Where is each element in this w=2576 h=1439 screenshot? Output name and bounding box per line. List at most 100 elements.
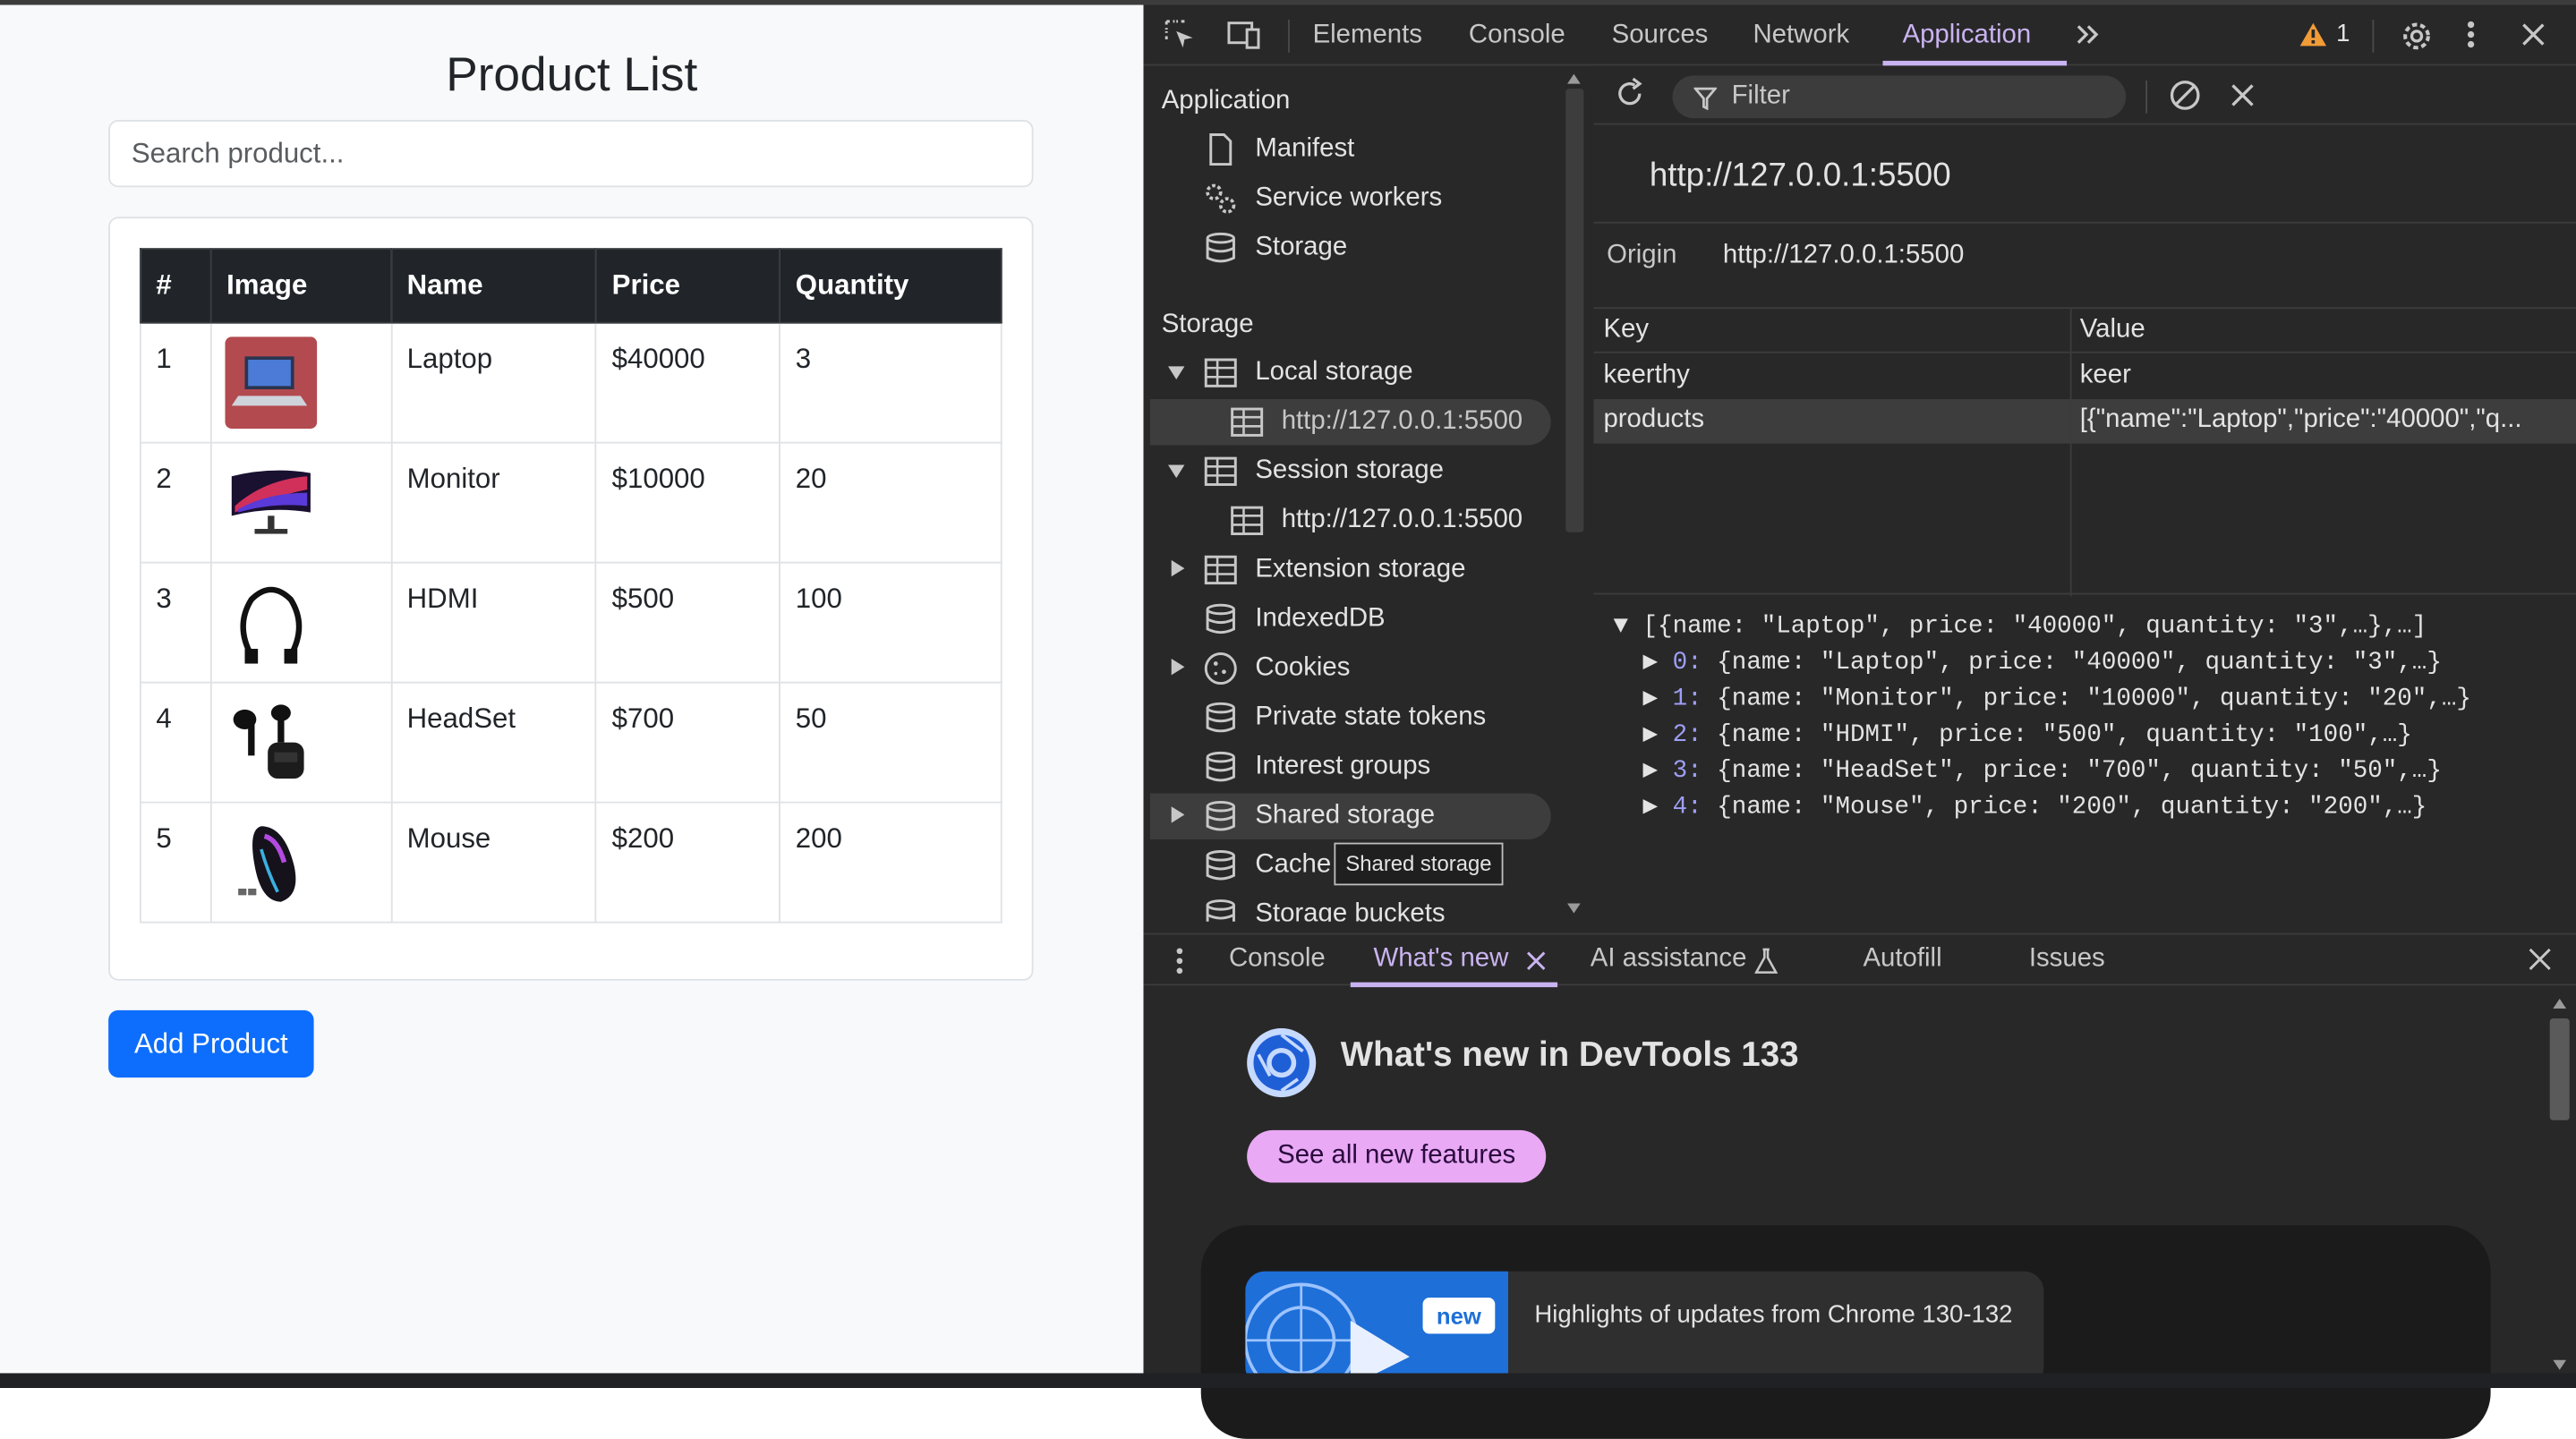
add-product-button[interactable]: Add Product [108, 1009, 314, 1078]
cell-quantity: 50 [779, 681, 1002, 804]
drawer-tab-whats-new[interactable]: What's new [1373, 944, 1508, 974]
close-devtools-icon[interactable] [2521, 21, 2546, 47]
origin-label: Origin [1607, 241, 1677, 270]
expanded-arrow-icon[interactable]: ▼ [1613, 613, 1642, 641]
sidebar-item-service-workers[interactable]: Service workers [1203, 175, 1442, 221]
table-row: 2 Monitor $10000 20 [140, 441, 1002, 564]
drawer-tab-issues[interactable]: Issues [2029, 944, 2105, 974]
sidebar-item-cache[interactable]: Cache [1203, 843, 1331, 889]
sidebar-item-local-origin[interactable]: http://127.0.0.1:5500 [1229, 399, 1523, 445]
collapsed-arrow-icon[interactable] [1171, 559, 1185, 577]
collapsed-arrow-icon[interactable] [1171, 659, 1185, 676]
screen: Product List # Image Name Price Quantity… [0, 0, 2576, 1439]
inspect-element-icon[interactable] [1164, 18, 1197, 51]
database-icon [1203, 700, 1239, 736]
scroll-down-arrow-icon[interactable] [1567, 903, 1581, 914]
preview-root[interactable]: [{name: "Laptop", price: "40000", quanti… [1643, 613, 2427, 641]
drawer-tab-console[interactable]: Console [1229, 944, 1326, 974]
entry-value: [{"name":"Laptop","price":"40000","q... [2079, 405, 2522, 434]
close-tab-icon[interactable] [1526, 951, 1546, 971]
collapsed-arrow-icon[interactable]: ▶ [1643, 685, 1673, 712]
sidebar-item-local-storage[interactable]: Local storage [1203, 350, 1413, 396]
close-drawer-icon[interactable] [2529, 948, 2552, 971]
sidebar-header-application: Application [1161, 87, 1291, 115]
sidebar-item-session-origin[interactable]: http://127.0.0.1:5500 [1229, 498, 1523, 543]
collapsed-arrow-icon[interactable]: ▶ [1643, 757, 1673, 785]
sidebar-item-extension-storage[interactable]: Extension storage [1203, 547, 1465, 592]
sidebar-item-session-storage[interactable]: Session storage [1203, 448, 1444, 494]
refresh-icon[interactable] [1613, 77, 1646, 110]
preview-item[interactable]: {name: "Laptop", price: "40000", quantit… [1717, 649, 2442, 677]
sidebar-item-interest-groups[interactable]: Interest groups [1203, 744, 1430, 789]
chrome-logo-icon [1245, 1026, 1318, 1099]
value-column-header[interactable]: Value [2080, 315, 2145, 345]
scroll-down-arrow-icon[interactable] [2553, 1359, 2567, 1370]
cell-quantity: 200 [779, 801, 1002, 924]
entry-key: keerthy [1603, 361, 1690, 390]
cell-number: 5 [140, 801, 212, 924]
database-icon [1203, 230, 1239, 266]
cell-price: $200 [595, 801, 781, 924]
warning-icon[interactable] [2299, 21, 2328, 47]
sidebar-item-label: Storage buckets [1255, 899, 1446, 922]
preview-item[interactable]: {name: "Monitor", price: "10000", quanti… [1717, 685, 2471, 712]
sidebar-item-label: Session storage [1255, 456, 1444, 485]
entry-value: keer [2079, 361, 2131, 390]
preview-index: 1: [1672, 685, 1702, 713]
tab-application[interactable]: Application [1903, 21, 2032, 51]
experiment-flask-icon [1754, 948, 1778, 974]
warning-count[interactable]: 1 [2336, 20, 2350, 47]
expanded-arrow-icon[interactable] [1168, 366, 1185, 380]
table-row: 5 Mouse $200 200 [140, 801, 1002, 924]
scroll-up-arrow-icon[interactable] [2553, 998, 2567, 1009]
origin-title: http://127.0.0.1:5500 [1649, 158, 1951, 194]
sidebar-scrollbar-thumb[interactable] [1565, 89, 1584, 532]
key-column-header[interactable]: Key [1603, 315, 1649, 345]
collapsed-arrow-icon[interactable] [1171, 806, 1185, 823]
drawer-tab-autofill[interactable]: Autofill [1863, 944, 1941, 974]
preview-item[interactable]: {name: "HDMI", price: "500", quantity: "… [1717, 721, 2412, 749]
delete-selected-icon[interactable] [2231, 84, 2255, 107]
value-preview: ▼ [{name: "Laptop", price: "40000", quan… [1613, 609, 2470, 826]
sidebar-item-storage[interactable]: Storage [1203, 225, 1347, 270]
cell-quantity: 100 [779, 561, 1002, 684]
sidebar-item-storage-buckets[interactable]: Storage buckets [1203, 892, 1446, 922]
settings-gear-icon[interactable] [2399, 18, 2435, 54]
page-title: Product List [446, 49, 698, 102]
sidebar-item-manifest[interactable]: Manifest [1203, 126, 1354, 172]
drawer-tab-ai-assistance[interactable]: AI assistance [1591, 944, 1747, 974]
drawer-scrollbar-thumb[interactable] [2549, 1018, 2570, 1120]
table-grid-icon [1229, 404, 1265, 440]
drawer-scrollbar[interactable] [2546, 998, 2572, 1373]
sidebar-item-label: IndexedDB [1255, 604, 1386, 633]
clear-all-icon[interactable] [2169, 79, 2202, 112]
column-divider[interactable] [2069, 309, 2072, 597]
tab-network[interactable]: Network [1753, 21, 1849, 51]
collapsed-arrow-icon[interactable]: ▶ [1643, 721, 1673, 749]
more-options-icon[interactable] [2464, 18, 2478, 51]
sidebar-item-private-state-tokens[interactable]: Private state tokens [1203, 694, 1486, 740]
expanded-arrow-icon[interactable] [1168, 464, 1185, 479]
collapsed-arrow-icon[interactable]: ▶ [1643, 794, 1673, 822]
see-all-features-button[interactable]: See all new features [1247, 1129, 1547, 1183]
sidebar-item-cookies[interactable]: Cookies [1203, 645, 1350, 691]
sidebar-item-indexeddb[interactable]: IndexedDB [1203, 596, 1386, 642]
device-toolbar-icon[interactable] [1225, 18, 1261, 51]
drawer-menu-icon[interactable] [1174, 946, 1184, 975]
tab-sources[interactable]: Sources [1612, 21, 1709, 51]
database-icon [1203, 897, 1239, 922]
tab-console[interactable]: Console [1469, 21, 1565, 51]
scroll-up-arrow-icon[interactable] [1567, 73, 1581, 84]
search-input[interactable] [108, 119, 1034, 188]
filter-input[interactable]: Filter [1672, 75, 2127, 119]
preview-item[interactable]: {name: "Mouse", price: "200", quantity: … [1717, 794, 2427, 822]
headset-image [225, 696, 318, 789]
preview-item[interactable]: {name: "HeadSet", price: "700", quantity… [1717, 757, 2442, 785]
collapsed-arrow-icon[interactable]: ▶ [1643, 649, 1673, 677]
more-tabs-icon[interactable] [2073, 20, 2103, 49]
tab-elements[interactable]: Elements [1313, 21, 1422, 51]
sidebar-item-shared-storage[interactable]: Shared storage [1203, 794, 1435, 839]
preview-index: 2: [1672, 720, 1702, 749]
highlight-card[interactable]: new Highlights of updates from Chrome 13… [1245, 1271, 2044, 1387]
devtools-drawer: Console What's new AI assistance Autofil… [1143, 932, 2576, 1439]
